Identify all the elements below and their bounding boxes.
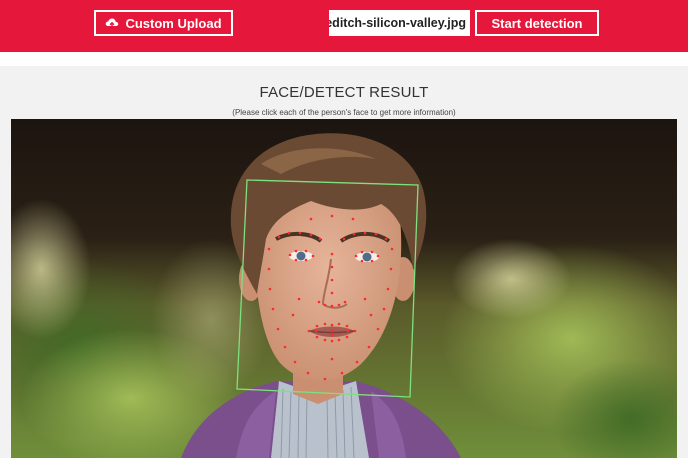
detection-photo: [11, 119, 677, 458]
photo-canvas: [11, 119, 677, 458]
custom-upload-button[interactable]: Custom Upload: [94, 10, 233, 36]
result-instructions: (Please click each of the person's face …: [232, 108, 456, 117]
custom-upload-label: Custom Upload: [125, 15, 222, 31]
cloud-upload-icon: [106, 18, 119, 29]
toolbar-divider: [0, 52, 688, 66]
result-title: FACE/DETECT RESULT: [259, 84, 429, 101]
start-detection-button[interactable]: Start detection: [475, 10, 599, 36]
filename-field[interactable]: lleditch-silicon-valley.jpg: [329, 10, 470, 36]
